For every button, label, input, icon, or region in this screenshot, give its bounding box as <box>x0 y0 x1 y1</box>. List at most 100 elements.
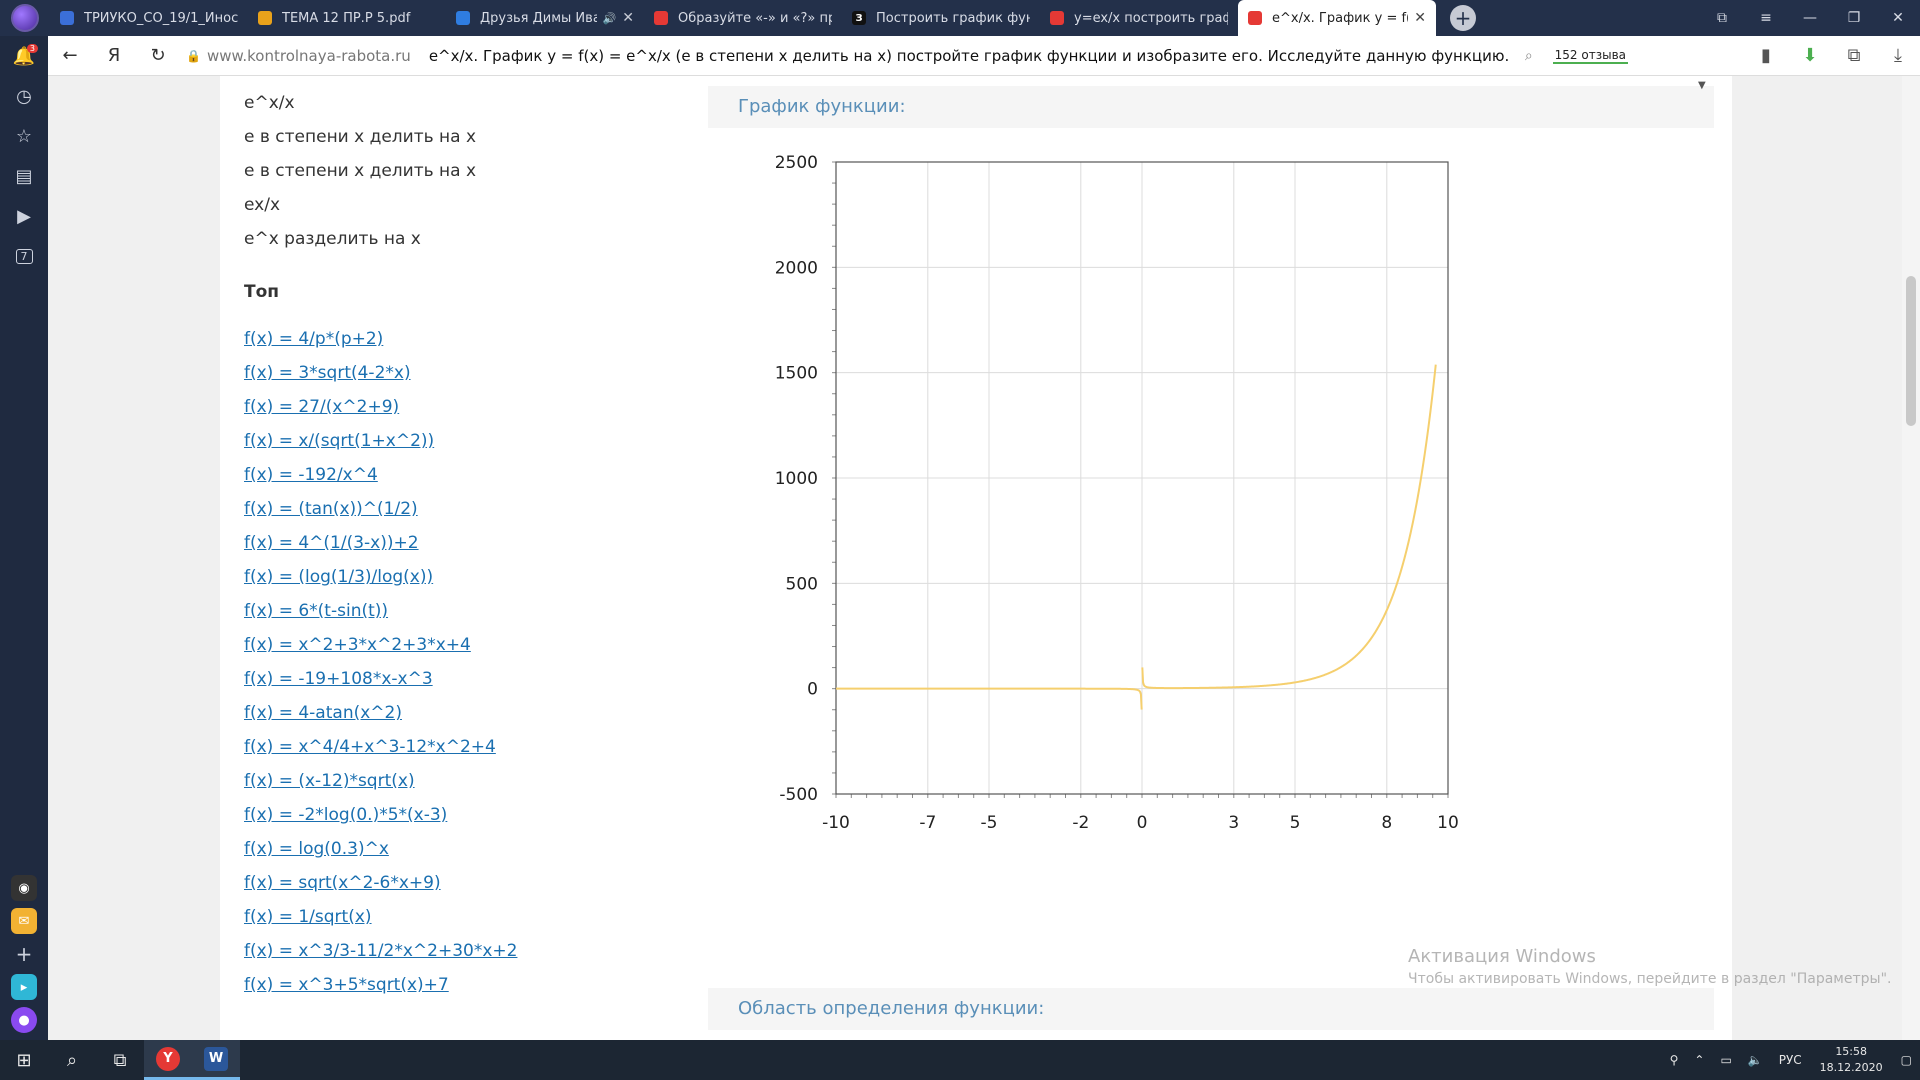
window-controls: ⧉ ≡ — ❐ ✕ <box>1700 0 1920 36</box>
word-icon: W <box>204 1046 228 1071</box>
top-function-link[interactable]: f(x) = 4/p*(p+2) <box>244 322 724 356</box>
y-tick-label: 1000 <box>775 469 818 489</box>
clock[interactable]: 15:58 18.12.2020 <box>1810 1044 1893 1076</box>
yandex-icon <box>1050 11 1064 25</box>
close-window-icon[interactable]: ✕ <box>1876 0 1920 36</box>
top-function-link[interactable]: f(x) = -19+108*x-x^3 <box>244 662 724 696</box>
windows-activation-watermark: Активация Windows Чтобы активировать Win… <box>1408 946 1891 987</box>
top-function-link[interactable]: f(x) = 4^(1/(3-x))+2 <box>244 526 724 560</box>
top-function-link[interactable]: f(x) = 1/sqrt(x) <box>244 900 724 934</box>
top-function-link[interactable]: f(x) = 6*(t-sin(t)) <box>244 594 724 628</box>
tab-label: Друзья Димы Иван <box>480 10 597 26</box>
tab[interactable]: Образуйте «-» и «?» пред <box>644 0 842 36</box>
new-tab-button[interactable]: + <box>1450 5 1476 31</box>
znanija-icon: З <box>852 11 866 25</box>
notifications-center-icon[interactable]: ▢ <box>1893 1053 1920 1067</box>
search-icon[interactable]: ⌕ <box>48 1040 96 1080</box>
messenger-app-icon[interactable]: ▸ <box>11 974 37 1000</box>
top-function-link[interactable]: f(x) = -192/x^4 <box>244 458 724 492</box>
yandex-logo-icon <box>11 4 39 32</box>
restore-icon[interactable]: ❐ <box>1832 0 1876 36</box>
notifications-icon[interactable]: 🔔 3 <box>0 36 48 76</box>
top-function-link[interactable]: f(x) = x^4/4+x^3-12*x^2+4 <box>244 730 724 764</box>
top-function-link[interactable]: f(x) = (log(1/3)/log(x)) <box>244 560 724 594</box>
top-function-link[interactable]: f(x) = 27/(x^2+9) <box>244 390 724 424</box>
bookmarks-icon[interactable]: ☆ <box>0 116 48 156</box>
url-host[interactable]: www.kontrolnaya-rabota.ru <box>207 47 429 65</box>
reviews-badge[interactable]: 152 отзыва <box>1552 48 1628 64</box>
scrollbar-thumb[interactable] <box>1906 276 1916 426</box>
yandex-browser-taskbar[interactable]: Y <box>144 1040 192 1080</box>
tab-label: ТЕМА 12 ПР.Р 5.pdf <box>282 10 411 26</box>
search-phrase: e^x разделить на x <box>244 229 421 249</box>
top-function-link[interactable]: f(x) = 4-atan(x^2) <box>244 696 724 730</box>
reload-icon[interactable]: ↻ <box>136 36 180 76</box>
dropdown-arrow-icon[interactable]: ▼ <box>1698 80 1706 91</box>
tray-expand-icon[interactable]: ⌃ <box>1686 1053 1712 1067</box>
top-function-link[interactable]: f(x) = sqrt(x^2-6*x+9) <box>244 866 724 900</box>
add-app-icon[interactable]: + <box>11 941 37 967</box>
collections-icon[interactable]: ▤ <box>0 156 48 196</box>
function-line-positive <box>1141 364 1437 690</box>
yandex-home-icon[interactable]: Я <box>92 36 136 76</box>
top-function-link[interactable]: f(x) = x^3+5*sqrt(x)+7 <box>244 968 724 1002</box>
top-links: f(x) = 4/p*(p+2) f(x) = 3*sqrt(4-2*x) f(x)… <box>244 322 724 1002</box>
graph-section-heading: График функции: <box>708 86 1714 128</box>
minimize-icon[interactable]: — <box>1788 0 1832 36</box>
tab[interactable]: З Построить график функц <box>842 0 1040 36</box>
x-tick-label: 10 <box>1437 813 1459 833</box>
domain-section-heading: Область определения функции: <box>708 988 1714 1030</box>
volume-icon[interactable]: 🔈 <box>1740 1053 1771 1067</box>
tabs-view-icon[interactable]: ⧉ <box>1700 0 1744 36</box>
top-function-link[interactable]: f(x) = x/(sqrt(1+x^2)) <box>244 424 724 458</box>
menu-icon[interactable]: ≡ <box>1744 0 1788 36</box>
top-function-link[interactable]: f(x) = log(0.3)^x <box>244 832 724 866</box>
word-taskbar[interactable]: W <box>192 1040 240 1080</box>
tab-sound-icon[interactable]: 🔊 <box>603 12 617 25</box>
counter-icon[interactable]: 7 <box>0 236 48 276</box>
x-tick-label: 0 <box>1137 813 1148 833</box>
alice-app-icon[interactable]: ◉ <box>11 875 37 901</box>
browser-menu-logo[interactable] <box>0 0 50 36</box>
task-view-icon[interactable]: ⧉ <box>96 1040 144 1080</box>
page-scrollbar[interactable] <box>1902 76 1920 1040</box>
back-icon[interactable]: ← <box>48 36 92 76</box>
collections-add-icon[interactable]: ⧉ <box>1832 45 1876 66</box>
tab-close-icon[interactable]: ✕ <box>622 10 634 26</box>
top-function-link[interactable]: f(x) = -2*log(0.)*5*(x-3) <box>244 798 724 832</box>
tab[interactable]: y=ex/x построить график <box>1040 0 1238 36</box>
start-icon[interactable]: ⊞ <box>0 1040 48 1080</box>
language-indicator[interactable]: РУС <box>1771 1053 1810 1067</box>
y-tick-label: 2000 <box>775 258 818 278</box>
search-page-icon[interactable]: ⌕ <box>1525 48 1533 64</box>
tab[interactable]: e^x/x. График y = f(x) = ✕ <box>1238 0 1436 36</box>
tab[interactable]: ТЕМА 12 ПР.Р 5.pdf <box>248 0 446 36</box>
media-icon[interactable]: ▶ <box>0 196 48 236</box>
history-icon[interactable]: ◷ <box>0 76 48 116</box>
search-phrase: ex/x <box>244 195 281 215</box>
tab[interactable]: ТРИУКО_СО_19/1_Иностр <box>50 0 248 36</box>
protect-icon[interactable]: ⬇ <box>1788 45 1832 66</box>
tab-close-icon[interactable]: ✕ <box>1414 10 1426 26</box>
top-function-link[interactable]: f(x) = (tan(x))^(1/2) <box>244 492 724 526</box>
tab-label: ТРИУКО_СО_19/1_Иностр <box>84 10 238 26</box>
bookmark-icon[interactable]: ▮ <box>1744 45 1788 66</box>
top-function-link[interactable]: f(x) = x^2+3*x^2+3*x+4 <box>244 628 724 662</box>
web-page: e^x/x e в степени x делить на x e в степен… <box>48 76 1902 1040</box>
downloads-icon[interactable]: ⤓ <box>1876 45 1920 66</box>
top-heading: Топ <box>244 282 280 302</box>
top-function-link[interactable]: f(x) = (x-12)*sqrt(x) <box>244 764 724 798</box>
top-function-link[interactable]: f(x) = 3*sqrt(4-2*x) <box>244 356 724 390</box>
sidebar-apps: ◉ ✉ + ▸ ● <box>0 868 48 1040</box>
tab[interactable]: Друзья Димы Иван 🔊 ✕ <box>446 0 644 36</box>
network-icon[interactable]: ▭ <box>1712 1053 1739 1067</box>
notification-badge: 3 <box>26 44 38 53</box>
people-icon[interactable]: ⚲ <box>1662 1053 1687 1067</box>
mail-app-icon[interactable]: ✉ <box>11 908 37 934</box>
tab-strip: ТРИУКО_СО_19/1_Иностр ТЕМА 12 ПР.Р 5.pdf Д… <box>50 0 1436 36</box>
url-page-title[interactable]: e^x/x. График y = f(x) = e^x/x (e в степ… <box>429 47 1509 65</box>
tab-label: y=ex/x построить график <box>1074 10 1228 26</box>
alice-voice-icon[interactable]: ● <box>11 1007 37 1033</box>
top-function-link[interactable]: f(x) = x^3/3-11/2*x^2+30*x+2 <box>244 934 724 968</box>
chart-svg: -10 -7 -5 -2 0 3 5 8 10 2500 2000 1500 1000 500 0 -500 <box>775 153 1459 833</box>
